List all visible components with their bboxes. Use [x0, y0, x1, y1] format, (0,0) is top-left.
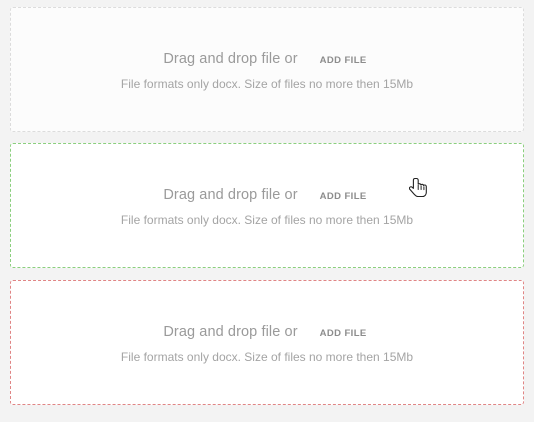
add-file-button[interactable]: ADD FILE [316, 326, 371, 341]
dropzone-prompt: Drag and drop file or [163, 323, 298, 340]
dropzone-hint: File formats only docx. Size of files no… [120, 76, 414, 91]
dropzone-prompt: Drag and drop file or [163, 186, 298, 203]
dropzone-prompt-row: Drag and drop file or ADD FILE [163, 324, 370, 341]
file-dropzone-error[interactable]: Drag and drop file or ADD FILE File form… [10, 280, 524, 405]
dropzone-prompt-row: Drag and drop file or ADD FILE [163, 187, 370, 204]
add-file-button[interactable]: ADD FILE [316, 53, 371, 68]
dropzone-hint: File formats only docx. Size of files no… [120, 212, 414, 227]
dropzone-hint: File formats only docx. Size of files no… [120, 349, 414, 364]
file-dropzone-hover[interactable]: Drag and drop file or ADD FILE File form… [10, 143, 524, 268]
dropzone-prompt-row: Drag and drop file or ADD FILE [163, 51, 370, 68]
dropzone-prompt: Drag and drop file or [163, 50, 298, 67]
add-file-button[interactable]: ADD FILE [316, 189, 371, 204]
hand-pointer-icon [409, 177, 427, 198]
file-dropzone-default[interactable]: Drag and drop file or ADD FILE File form… [10, 7, 524, 132]
